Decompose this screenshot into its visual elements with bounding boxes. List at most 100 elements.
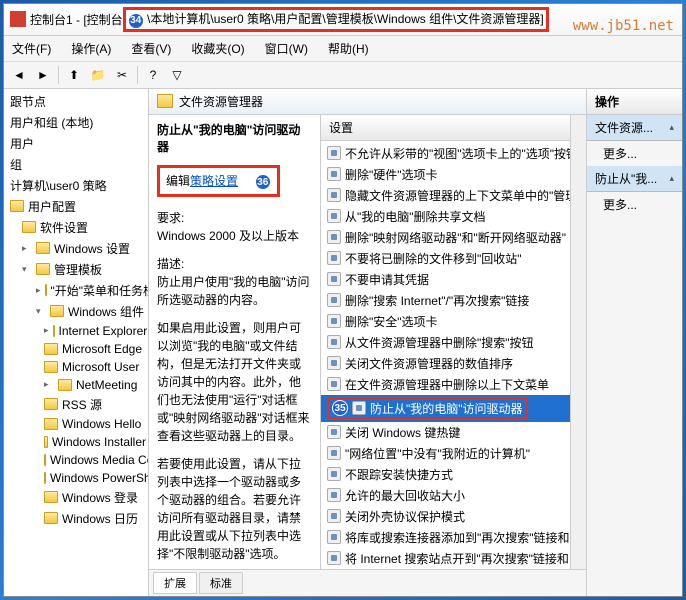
menu-window[interactable]: 窗口(W)	[261, 38, 312, 59]
list-item-label: 不要将已删除的文件移到"回收站"	[345, 250, 522, 267]
setting-icon	[327, 425, 341, 439]
tree-rss[interactable]: RSS 源	[4, 394, 148, 415]
list-item[interactable]: 隐藏文件资源管理器的上下文菜单中的"管理"项目	[321, 185, 570, 206]
list-item[interactable]: 将 Internet 搜索站点开到"再次搜索"链接和...	[321, 548, 570, 569]
filter-button[interactable]: ▽	[166, 64, 188, 86]
list-item[interactable]: 关闭外壳协议保护模式	[321, 506, 570, 527]
list-item-label: 允许的最大回收站大小	[345, 487, 465, 504]
tree-users[interactable]: 用户	[4, 133, 148, 154]
list-item-label: 关闭 Windows 键热键	[345, 424, 460, 441]
forward-button[interactable]: ►	[32, 64, 54, 86]
caret-up-icon: ▴	[669, 173, 674, 184]
description: 描述: 防止用户使用"我的电脑"访问所选驱动器的内容。	[157, 255, 312, 309]
list-item[interactable]: "网络位置"中没有"我附近的计算机"	[321, 443, 570, 464]
list-item-label: 在文件资源管理器中删除以上下文菜单	[345, 376, 549, 393]
list-item-label: 从"我的电脑"删除共享文档	[345, 208, 486, 225]
up-button[interactable]: ⬆	[63, 64, 85, 86]
tree-calendar[interactable]: Windows 日历	[4, 508, 148, 529]
list-item-label: 从文件资源管理器中删除"搜索"按钮	[345, 334, 534, 351]
list-item[interactable]: 35防止从"我的电脑"访问驱动器	[321, 395, 570, 422]
bottom-tabs: 扩展 标准	[149, 569, 586, 596]
list-item-label: 不要申请其凭据	[345, 271, 429, 288]
list-item[interactable]: 不要申请其凭据	[321, 269, 570, 290]
list-item[interactable]: 删除"搜索 Internet"/"再次搜索"链接	[321, 290, 570, 311]
menu-help[interactable]: 帮助(H)	[324, 38, 373, 59]
tab-standard[interactable]: 标准	[199, 572, 243, 594]
tree-start-menu[interactable]: ▸"开始"菜单和任务栏	[4, 280, 148, 301]
list-item[interactable]: 删除"硬件"选项卡	[321, 164, 570, 185]
edit-policy-link[interactable]: 策略设置	[190, 174, 238, 188]
list-header[interactable]: 设置	[321, 115, 570, 141]
back-button[interactable]: ◄	[8, 64, 30, 86]
folder-icon	[44, 418, 58, 430]
setting-icon	[327, 335, 341, 349]
list-item[interactable]: 允许的最大回收站大小	[321, 485, 570, 506]
tree-root[interactable]: 跟节点	[4, 91, 148, 112]
list-item[interactable]: 从"我的电脑"删除共享文档	[321, 206, 570, 227]
menu-view[interactable]: 查看(V)	[127, 38, 175, 59]
menu-favorites[interactable]: 收藏夹(O)	[187, 38, 248, 59]
setting-icon	[327, 530, 341, 544]
tree-user-config[interactable]: 用户配置	[4, 196, 148, 217]
menu-file[interactable]: 文件(F)	[8, 38, 55, 59]
tree-software[interactable]: 软件设置	[4, 217, 148, 238]
actions-more-2[interactable]: 更多...	[587, 192, 682, 217]
vertical-scrollbar[interactable]	[570, 115, 586, 570]
folder-icon	[36, 263, 50, 275]
tree-win-components[interactable]: ▾Windows 组件	[4, 301, 148, 322]
tree-windows-settings[interactable]: ▸Windows 设置	[4, 238, 148, 259]
tree-installer[interactable]: Windows Installer	[4, 433, 148, 451]
actions-section-1[interactable]: 文件资源...▴	[587, 115, 682, 141]
folder-button[interactable]: 📁	[87, 64, 109, 86]
list-item[interactable]: 删除"映射网络驱动器"和"断开网络驱动器"	[321, 227, 570, 248]
tree-msuser[interactable]: Microsoft User	[4, 358, 148, 376]
tree-netmeeting[interactable]: ▸NetMeeting	[4, 376, 148, 394]
setting-icon	[327, 551, 341, 565]
help-button[interactable]: ?	[142, 64, 164, 86]
list-item[interactable]: 在文件资源管理器中删除以上下文菜单	[321, 374, 570, 395]
list-item[interactable]: 关闭 Windows 键热键	[321, 422, 570, 443]
list-item[interactable]: 将库或搜索连接器添加到"再次搜索"链接和"开...	[321, 527, 570, 548]
tree-hello[interactable]: Windows Hello	[4, 415, 148, 433]
tab-extend[interactable]: 扩展	[153, 572, 197, 594]
edit-link-highlight: 编辑策略设置 36	[157, 165, 280, 198]
folder-icon	[44, 361, 58, 373]
list-item[interactable]: 删除"安全"选项卡	[321, 311, 570, 332]
cut-button[interactable]: ✂	[111, 64, 133, 86]
setting-icon	[327, 509, 341, 523]
mid-content: 防止从"我的电脑"访问驱动器 编辑策略设置 36 要求: Windows 200…	[149, 115, 586, 570]
folder-icon	[58, 379, 72, 391]
setting-icon	[327, 209, 341, 223]
content-area: 跟节点 用户和组 (本地) 用户 组 计算机\user0 策略 用户配置 软件设…	[4, 89, 682, 597]
list-item[interactable]: 不允许从彩带的"视图"选项卡上的"选项"按钮中...	[321, 143, 570, 164]
list-item[interactable]: 不要将已删除的文件移到"回收站"	[321, 248, 570, 269]
list-item[interactable]: 不跟踪安装快捷方式	[321, 464, 570, 485]
setting-icon	[327, 377, 341, 391]
actions-panel: 操作 文件资源...▴ 更多... 防止从"我...▴ 更多...	[586, 89, 682, 597]
list-item-label: 关闭文件资源管理器的数值排序	[345, 355, 513, 372]
menu-action[interactable]: 操作(A)	[67, 38, 115, 59]
desc-para-2: 如果启用此设置，则用户可以浏览"我的电脑"或文件结构，但是无法打开文件夹或访问其…	[157, 319, 312, 445]
tree-powershell[interactable]: Windows PowerShell	[4, 469, 148, 487]
title-prefix: 控制台1 - [控制台	[30, 11, 123, 28]
list-item-label: 将库或搜索连接器添加到"再次搜索"链接和"开...	[345, 529, 570, 546]
list-item-label: "网络位置"中没有"我附近的计算机"	[345, 445, 530, 462]
tree-admin-templates[interactable]: ▾管理模板	[4, 259, 148, 280]
list-item[interactable]: 从文件资源管理器中删除"搜索"按钮	[321, 332, 570, 353]
tree-logon[interactable]: Windows 登录	[4, 487, 148, 508]
list-item-label: 隐藏文件资源管理器的上下文菜单中的"管理"项目	[345, 187, 570, 204]
tree-media[interactable]: Windows Media Center	[4, 451, 148, 469]
title-path: \本地计算机\user0 策略\用户配置\管理模板\Windows 组件\文件资…	[147, 12, 544, 26]
actions-more-1[interactable]: 更多...	[587, 141, 682, 166]
caret-up-icon: ▴	[669, 122, 674, 133]
list-item-label: 不允许从彩带的"视图"选项卡上的"选项"按钮中...	[345, 145, 570, 162]
tree-edge[interactable]: Microsoft Edge	[4, 340, 148, 358]
actions-section-2[interactable]: 防止从"我...▴	[587, 166, 682, 192]
tree-policy[interactable]: 计算机\user0 策略	[4, 175, 148, 196]
folder-icon	[45, 284, 47, 296]
tree-groups[interactable]: 组	[4, 154, 148, 175]
list-item[interactable]: 关闭文件资源管理器的数值排序	[321, 353, 570, 374]
selected-highlight: 35防止从"我的电脑"访问驱动器	[327, 397, 528, 420]
tree-local-users[interactable]: 用户和组 (本地)	[4, 112, 148, 133]
tree-ie[interactable]: ▸Internet Explorer	[4, 322, 148, 340]
